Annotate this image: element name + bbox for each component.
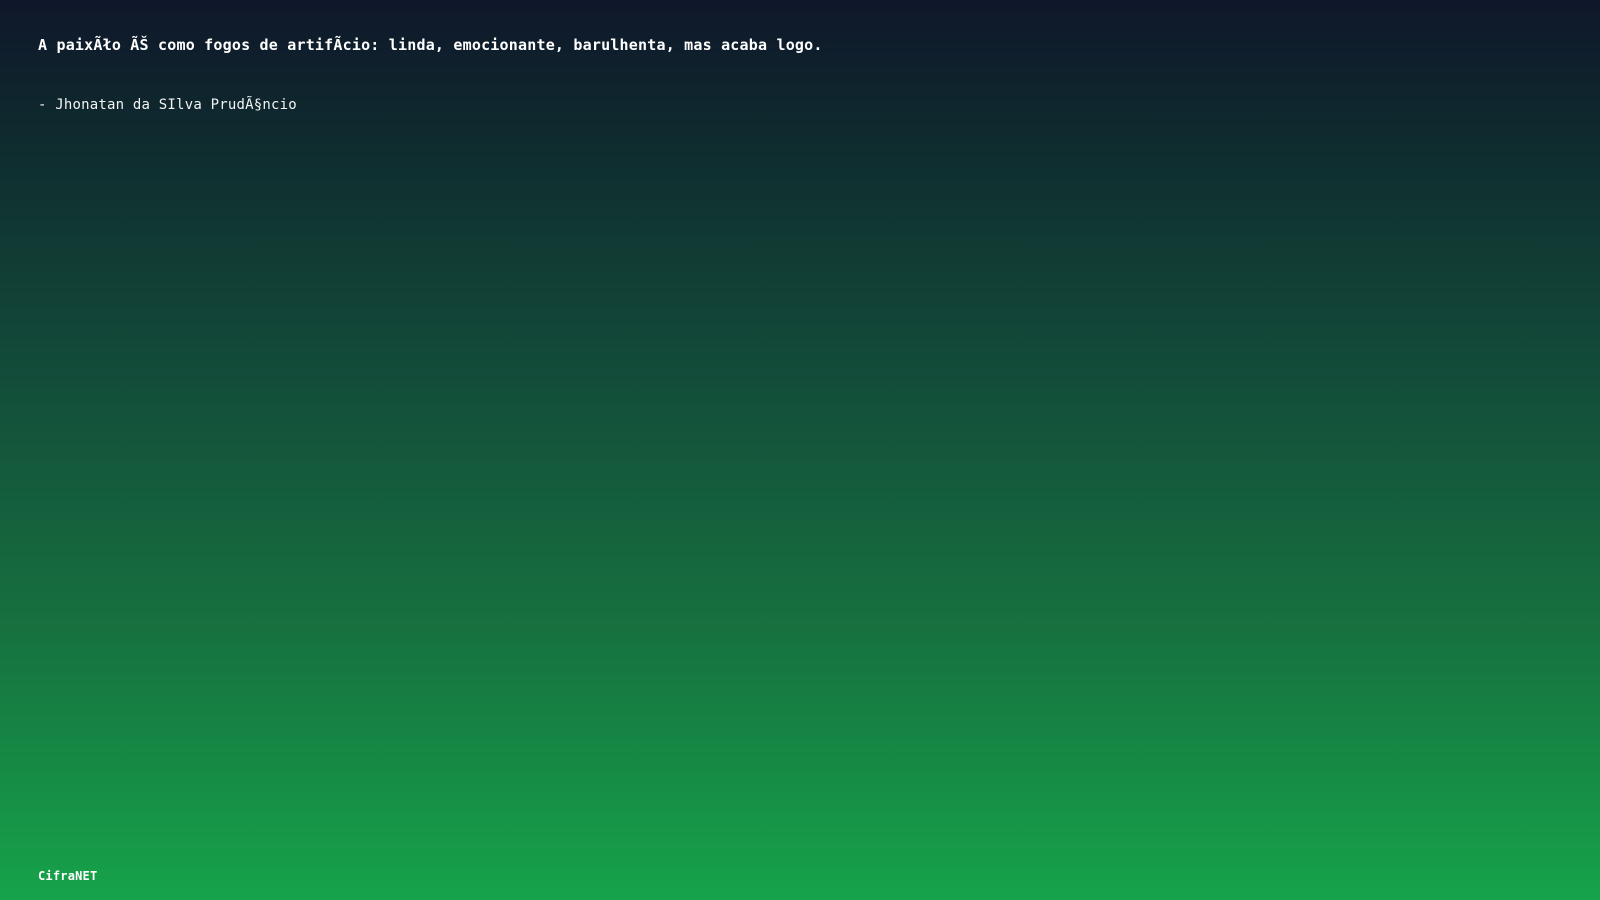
brand-label: CifraNET — [38, 869, 98, 883]
quote-author: - Jhonatan da SIlva PrudÃ§ncio — [38, 97, 297, 113]
quote-text: A paixÃło ÃŠ como fogos de artifÃ­cio: l… — [38, 36, 823, 54]
